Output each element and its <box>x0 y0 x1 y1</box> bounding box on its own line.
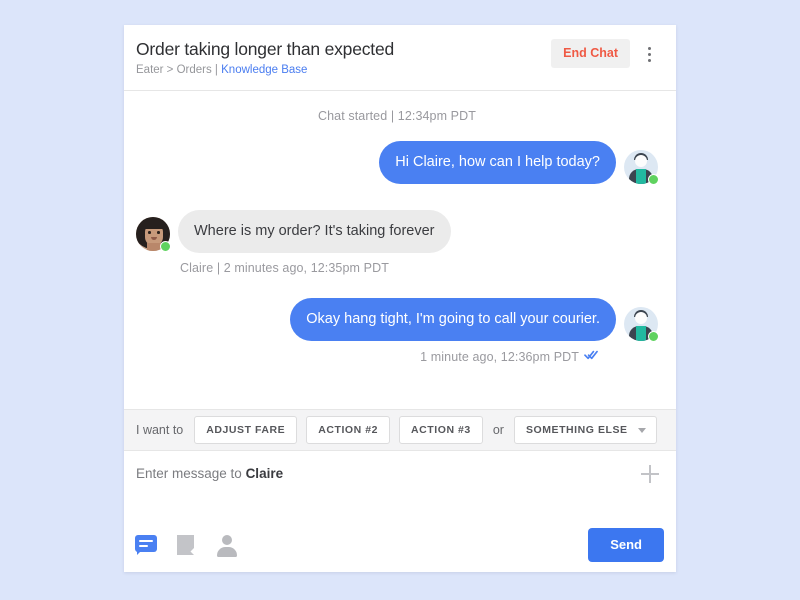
message-meta: 1 minute ago, 12:36pm PDT <box>420 350 579 364</box>
person-icon[interactable] <box>214 532 240 558</box>
message-bubble: Okay hang tight, I'm going to call your … <box>290 298 616 341</box>
message-row-outgoing-1: Hi Claire, how can I help today? <box>136 141 659 185</box>
message-row-outgoing-2: Okay hang tight, I'm going to call your … <box>136 298 659 342</box>
double-chevron-read-icon <box>584 349 598 365</box>
chat-started-status: Chat started | 12:34pm PDT <box>317 109 476 123</box>
client-avatar <box>136 217 171 252</box>
online-status-dot <box>160 241 171 252</box>
more-vertical-icon[interactable] <box>638 42 660 66</box>
message-composer[interactable]: Enter message to Claire <box>124 451 676 518</box>
message-input-placeholder[interactable]: Enter message to Claire <box>136 465 640 483</box>
message-meta: Claire | 2 minutes ago, 12:35pm PDT <box>180 261 389 275</box>
i-want-to-label: I want to <box>136 423 184 437</box>
conversation-area: Chat started | 12:34pm PDT Hi Claire, ho… <box>124 91 676 409</box>
end-chat-button[interactable]: End Chat <box>551 39 630 68</box>
agent-avatar <box>624 150 659 185</box>
quick-action-bar: I want to ADJUST FARE ACTION #2 ACTION #… <box>124 409 676 451</box>
note-icon[interactable] <box>174 532 200 558</box>
online-status-dot <box>648 331 659 342</box>
composer-toolbar: Send <box>124 518 676 572</box>
page-title: Order taking longer than expected <box>136 39 395 59</box>
breadcrumb-path: Eater > Orders | <box>136 64 222 76</box>
header-text-group: Order taking longer than expected Eater … <box>136 38 551 78</box>
breadcrumb: Eater > Orders | Knowledge Base <box>136 63 551 78</box>
or-label: or <box>492 423 504 437</box>
adjust-fare-button[interactable]: ADJUST FARE <box>194 416 298 444</box>
action-2-button[interactable]: ACTION #2 <box>306 416 391 444</box>
agent-avatar <box>624 307 659 342</box>
send-button[interactable]: Send <box>588 528 664 562</box>
message-meta-group: 1 minute ago, 12:36pm PDT <box>136 349 598 365</box>
composer-prefix: Enter message to <box>136 466 246 481</box>
composer-recipient-name: Claire <box>245 466 284 481</box>
online-status-dot <box>648 174 659 185</box>
chevron-down-icon <box>637 427 646 433</box>
breadcrumb-knowledge-base-link[interactable]: Knowledge Base <box>221 64 307 76</box>
chat-bubble-icon[interactable] <box>134 532 160 558</box>
action-3-button[interactable]: ACTION #3 <box>399 416 483 444</box>
message-bubble: Hi Claire, how can I help today? <box>379 141 616 184</box>
something-else-dropdown[interactable]: SOMETHING ELSE <box>513 416 657 444</box>
message-bubble: Where is my order? It's taking forever <box>178 210 451 253</box>
plus-icon[interactable] <box>640 464 660 484</box>
chat-header: Order taking longer than expected Eater … <box>124 25 676 91</box>
something-else-label: SOMETHING ELSE <box>525 424 628 436</box>
message-row-incoming-1: Where is my order? It's taking forever <box>136 210 658 253</box>
chat-panel: Order taking longer than expected Eater … <box>124 25 676 572</box>
